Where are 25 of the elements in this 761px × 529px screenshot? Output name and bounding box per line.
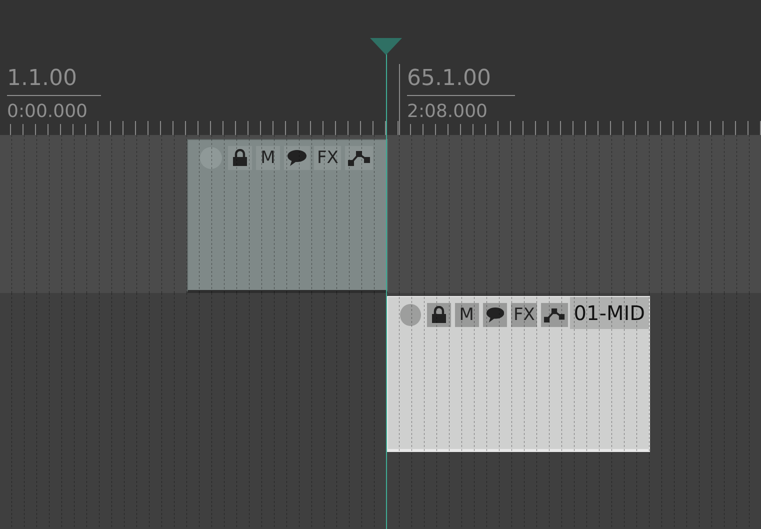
bar-position: 1.1.00 [7, 66, 101, 96]
speech-bubble-icon [486, 306, 504, 324]
lock-button[interactable] [228, 146, 252, 170]
marker-line [399, 64, 400, 135]
notes-button[interactable] [284, 146, 310, 170]
item-toggle-button[interactable] [200, 147, 222, 169]
envelope-button[interactable] [541, 303, 568, 327]
mute-button[interactable]: M [454, 303, 479, 327]
playhead-handle[interactable] [370, 38, 402, 55]
mute-button[interactable]: M [256, 146, 280, 170]
item-name: 01-MID [570, 297, 650, 329]
item-toggle-button[interactable] [400, 304, 421, 326]
envelope-button[interactable] [345, 146, 374, 170]
lock-icon [430, 306, 447, 324]
notes-button[interactable] [482, 303, 508, 327]
fx-button[interactable]: FX [511, 303, 538, 327]
media-item[interactable]: M FX 01-MID [387, 296, 650, 452]
lock-button[interactable] [426, 303, 451, 327]
envelope-icon [544, 307, 565, 323]
media-item[interactable]: M FX [187, 139, 388, 293]
envelope-icon [348, 150, 370, 166]
bar-position: 65.1.00 [407, 66, 515, 96]
fx-button[interactable]: FX [314, 146, 342, 170]
lock-icon [232, 149, 248, 167]
speech-bubble-icon [287, 149, 307, 167]
